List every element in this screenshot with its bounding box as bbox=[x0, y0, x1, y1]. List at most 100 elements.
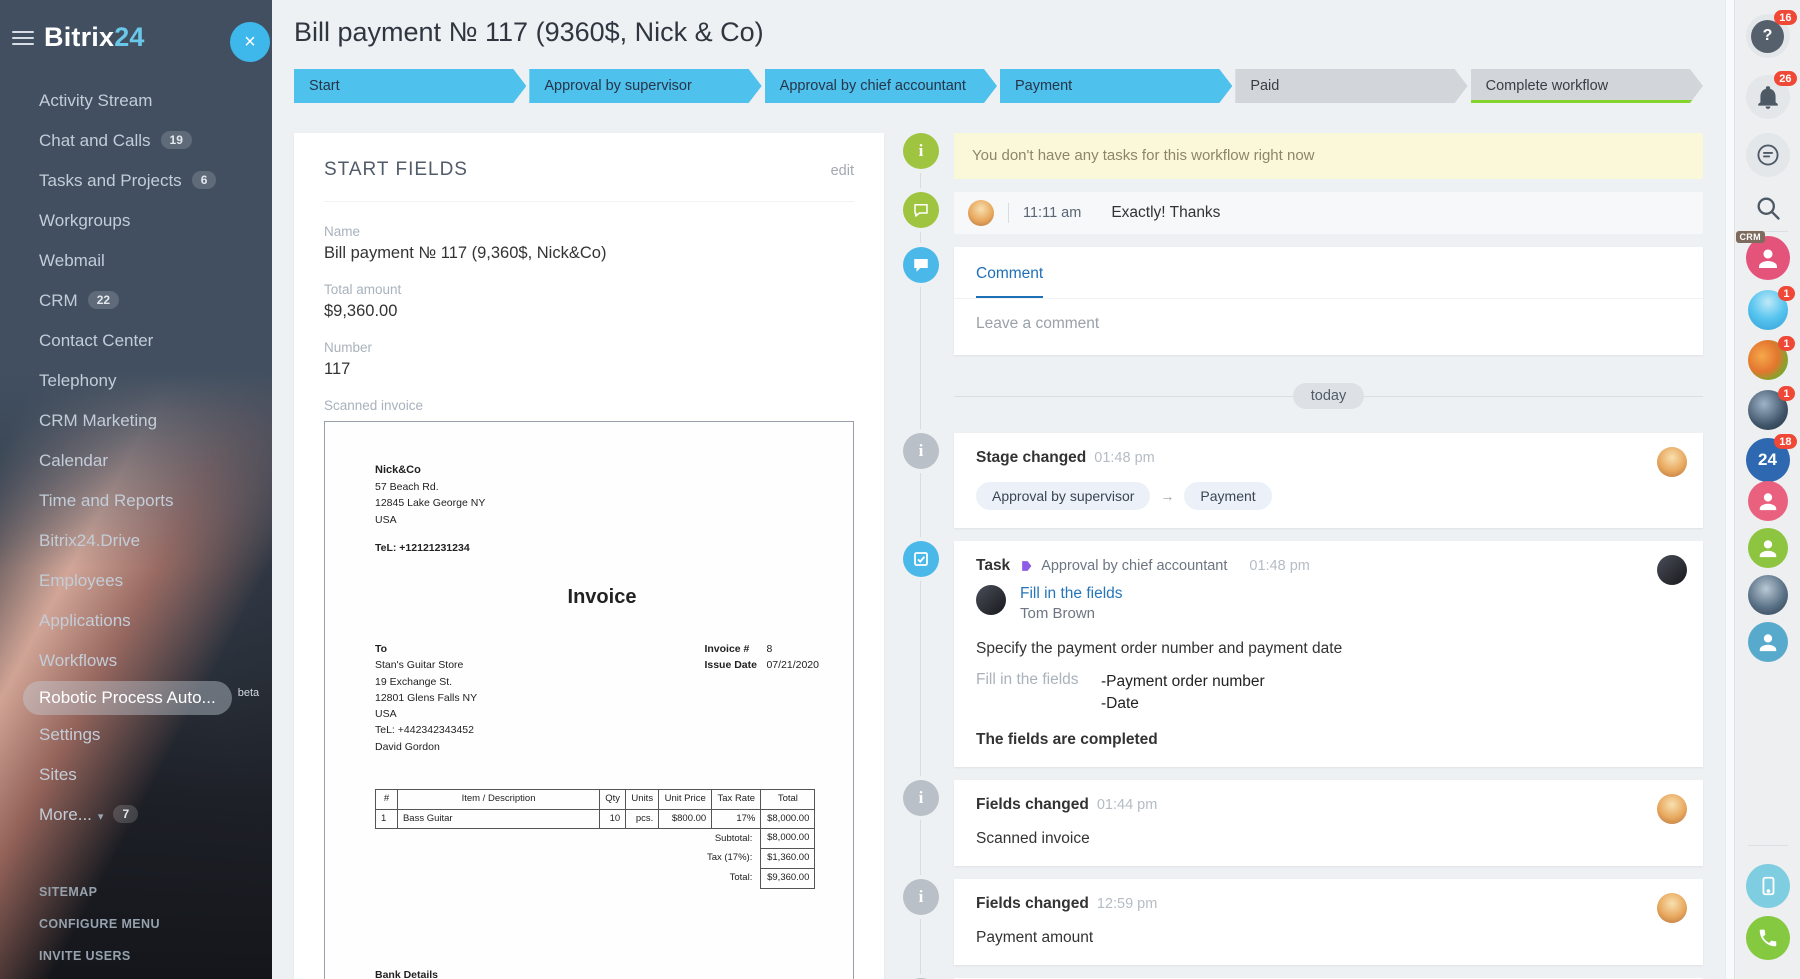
user-avatar-3[interactable] bbox=[1748, 575, 1788, 615]
person-icon bbox=[1757, 537, 1779, 559]
invite-users-link[interactable]: INVITE USERS bbox=[39, 949, 160, 963]
right-icon-rail: ? 16 26 CRM 1 1 1 24 18 bbox=[1734, 0, 1800, 979]
sidebar-item-crm-marketing[interactable]: CRM Marketing bbox=[0, 401, 272, 441]
sidebar-item-more[interactable]: More...▾7 bbox=[0, 795, 272, 835]
user-avatar-4[interactable] bbox=[1748, 622, 1788, 662]
sidebar-item-workflows[interactable]: Workflows bbox=[0, 641, 272, 681]
no-tasks-banner: You don't have any tasks for this workfl… bbox=[954, 133, 1703, 179]
timeline-entry-task: Task Approval by chief accountant 01:48 … bbox=[903, 541, 1703, 767]
sidebar: Bitrix24 × Activity Stream Chat and Call… bbox=[0, 0, 272, 979]
sidebar-item-crm[interactable]: CRM22 bbox=[0, 281, 272, 321]
task-stage-label: Approval by chief accountant bbox=[1041, 558, 1227, 574]
tag-icon bbox=[1020, 559, 1033, 573]
scanned-invoice-image[interactable]: Nick&Co 57 Beach Rd. 12845 Lake George N… bbox=[324, 421, 854, 979]
comment-icon bbox=[903, 192, 939, 228]
user-avatar-1[interactable] bbox=[1748, 481, 1788, 521]
timeline-comment-row: 11:11 am Exactly! Thanks bbox=[903, 192, 1703, 234]
invoice-bank-details: Bank Details Account Name: Nick&Co Accou… bbox=[375, 967, 829, 979]
mobile-app-button[interactable] bbox=[1746, 864, 1790, 908]
chat-avatar-2[interactable]: 1 bbox=[1748, 340, 1788, 380]
sidebar-item-activity-stream[interactable]: Activity Stream bbox=[0, 81, 272, 121]
crm-chat-avatar[interactable]: CRM bbox=[1746, 236, 1790, 280]
entry-time: 01:44 pm bbox=[1097, 797, 1157, 813]
messenger-button[interactable] bbox=[1746, 133, 1790, 177]
stage-payment[interactable]: Payment bbox=[1000, 69, 1232, 103]
invoice-to-block: To Stan's Guitar Store 19 Exchange St. 1… bbox=[375, 641, 477, 755]
entry-card: Fields changed12:59 pm Payment amount bbox=[954, 879, 1703, 965]
chat-avatar-3[interactable]: 1 bbox=[1748, 390, 1788, 430]
stage-approval-by-chief-accountant[interactable]: Approval by chief accountant bbox=[765, 69, 997, 103]
sidebar-item-tasks-and-projects[interactable]: Tasks and Projects6 bbox=[0, 161, 272, 201]
date-pill: today bbox=[1293, 383, 1364, 409]
divider bbox=[1748, 845, 1788, 846]
help-button[interactable]: ? 16 bbox=[1746, 14, 1790, 58]
sidebar-item-settings[interactable]: Settings bbox=[0, 715, 272, 755]
sidebar-item-contact-center[interactable]: Contact Center bbox=[0, 321, 272, 361]
sidebar-item-employees[interactable]: Employees bbox=[0, 561, 272, 601]
sidebar-item-bitrix24-drive[interactable]: Bitrix24.Drive bbox=[0, 521, 272, 561]
avatar bbox=[1657, 555, 1687, 585]
sidebar-item-calendar[interactable]: Calendar bbox=[0, 441, 272, 481]
telephony-button[interactable] bbox=[1746, 916, 1790, 960]
workflow-timeline: i You don't have any tasks for this work… bbox=[903, 133, 1703, 979]
sidebar-item-robotic-process-automation[interactable]: Robotic Process Auto...beta bbox=[0, 681, 272, 715]
notifications-button[interactable]: 26 bbox=[1746, 75, 1790, 119]
entry-time: 01:48 pm bbox=[1249, 558, 1309, 574]
stage-approval-by-supervisor[interactable]: Approval by supervisor bbox=[529, 69, 761, 103]
stage-from-badge: Approval by supervisor bbox=[976, 482, 1150, 510]
search-button[interactable] bbox=[1746, 186, 1790, 230]
task-result: The fields are completed bbox=[976, 731, 1643, 749]
menu-icon[interactable] bbox=[12, 27, 34, 49]
notification-badge: 18 bbox=[1774, 434, 1796, 449]
sidebar-collapse-button[interactable]: × bbox=[230, 22, 270, 62]
sidebar-menu: Activity Stream Chat and Calls19 Tasks a… bbox=[0, 81, 272, 835]
sidebar-item-workgroups[interactable]: Workgroups bbox=[0, 201, 272, 241]
configure-menu-link[interactable]: CONFIGURE MENU bbox=[39, 917, 160, 931]
sidebar-item-time-and-reports[interactable]: Time and Reports bbox=[0, 481, 272, 521]
bell-icon bbox=[1755, 84, 1781, 110]
stage-complete-workflow[interactable]: Complete workflow bbox=[1471, 69, 1703, 103]
comment-input[interactable]: Leave a comment bbox=[954, 298, 1703, 355]
scrollbar-track[interactable] bbox=[1725, 0, 1734, 979]
invoice-meta: Invoice #8 Issue Date07/21/2020 bbox=[704, 641, 819, 755]
edit-link[interactable]: edit bbox=[831, 163, 854, 179]
stage-paid[interactable]: Paid bbox=[1235, 69, 1467, 103]
task-description: Specify the payment order number and pay… bbox=[976, 640, 1643, 658]
chat-avatar-1[interactable]: 1 bbox=[1748, 290, 1788, 330]
main-content: Bill payment № 117 (9360$, Nick & Co) St… bbox=[272, 0, 1725, 979]
table-row-tax: Tax (17%):$1,360.00 bbox=[376, 849, 815, 869]
notification-badge: 1 bbox=[1778, 286, 1794, 301]
date-divider: today bbox=[954, 383, 1703, 409]
arrow-right-icon: → bbox=[1160, 488, 1174, 504]
bitrix24-chat-avatar[interactable]: 24 18 bbox=[1746, 438, 1790, 482]
invoice-company: Nick&Co bbox=[375, 462, 829, 479]
assignee-name: Tom Brown bbox=[1020, 605, 1123, 622]
sidebar-footer: SITEMAP CONFIGURE MENU INVITE USERS bbox=[39, 867, 160, 963]
bitrix24-logo[interactable]: Bitrix24 bbox=[44, 22, 145, 53]
sidebar-item-chat-and-calls[interactable]: Chat and Calls19 bbox=[0, 121, 272, 161]
search-icon bbox=[1754, 194, 1782, 222]
stage-start[interactable]: Start bbox=[294, 69, 526, 103]
notification-badge: 16 bbox=[1774, 10, 1796, 25]
param-values: -Payment order number -Date bbox=[1101, 671, 1265, 716]
task-link[interactable]: Fill in the fields bbox=[1020, 585, 1123, 603]
tab-comment[interactable]: Comment bbox=[976, 265, 1043, 298]
field-total-amount: Total amount $9,360.00 bbox=[324, 282, 854, 321]
invoice-line-items-table: # Item / Description Qty Units Unit Pric… bbox=[375, 789, 815, 889]
timeline-entry-fields-changed-1: i Fields changed01:44 pm Scanned invoice bbox=[903, 780, 1703, 866]
chevron-down-icon: ▾ bbox=[98, 811, 104, 823]
sidebar-item-sites[interactable]: Sites bbox=[0, 755, 272, 795]
notification-badge: 1 bbox=[1778, 386, 1794, 401]
sidebar-item-applications[interactable]: Applications bbox=[0, 601, 272, 641]
sitemap-link[interactable]: SITEMAP bbox=[39, 885, 160, 899]
sidebar-item-webmail[interactable]: Webmail bbox=[0, 241, 272, 281]
message-text: Exactly! Thanks bbox=[1111, 204, 1220, 222]
entry-card: Stage changed01:48 pm Approval by superv… bbox=[954, 433, 1703, 528]
user-avatar-2[interactable] bbox=[1748, 528, 1788, 568]
sidebar-item-telephony[interactable]: Telephony bbox=[0, 361, 272, 401]
counter-badge: 19 bbox=[161, 131, 192, 149]
comment-composer: Comment Leave a comment bbox=[954, 247, 1703, 355]
entry-card: Fields changed01:44 pm Scanned invoice bbox=[954, 780, 1703, 866]
avatar bbox=[1657, 893, 1687, 923]
table-row-subtotal: Subtotal:$8,000.00 bbox=[376, 829, 815, 849]
